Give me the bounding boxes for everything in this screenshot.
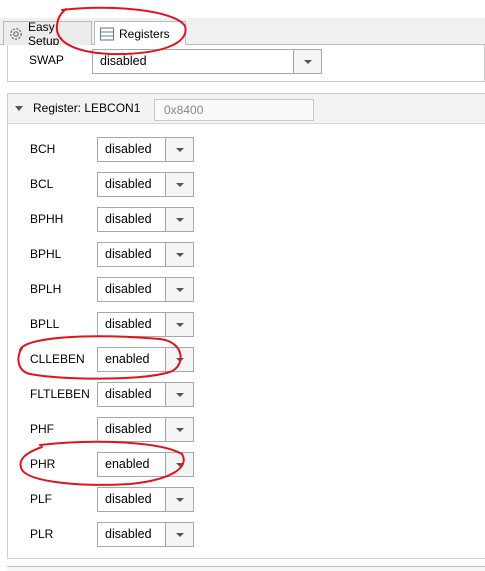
chevron-down-icon[interactable] [165,313,193,336]
register-header[interactable]: Register: LEBCON1 0x8400 [8,94,485,124]
tab-registers-label: Registers [119,27,170,41]
tab-registers[interactable]: Registers [94,21,186,46]
field-label: PHF [30,422,54,436]
field-select[interactable]: disabled [97,487,194,512]
field-row-fltleben: FLTLEBEN disabled [8,378,485,413]
field-row-bch: BCH disabled [8,133,485,168]
chevron-down-icon[interactable] [165,488,193,511]
field-select-value: disabled [105,387,152,401]
tab-easy-setup-label: Easy Setup [28,19,60,48]
chevron-down-icon[interactable] [165,138,193,161]
chevron-down-icon[interactable] [165,208,193,231]
top-strip [0,0,485,18]
chevron-down-icon[interactable] [165,243,193,266]
field-select[interactable]: disabled [97,417,194,442]
register-panel: Register: LEBCON1 0x8400 BCH disabled BC… [7,93,485,559]
field-label: PLF [30,492,53,506]
field-select[interactable]: disabled [97,522,194,547]
field-label: PHR [30,457,56,471]
register-address-field: 0x8400 [154,99,314,121]
field-select-value: disabled [105,422,152,436]
field-select-value: disabled [105,317,152,331]
gear-icon [8,26,24,42]
field-label: BCH [30,142,56,156]
swap-select-value: disabled [100,54,147,68]
field-label: BCL [30,177,54,191]
field-select[interactable]: disabled [97,277,194,302]
chevron-down-icon[interactable] [165,278,193,301]
field-row-clleben: CLLEBEN enabled [8,343,485,378]
bottom-divider [7,566,485,571]
chevron-down-icon[interactable] [165,418,193,441]
field-select-value: disabled [105,212,152,226]
tab-bar: Easy Setup Registers [0,18,485,48]
field-select[interactable]: disabled [97,312,194,337]
collapse-arrow-icon[interactable] [15,106,23,111]
registers-icon [99,26,115,42]
swap-select[interactable]: disabled [92,49,322,74]
chevron-down-icon[interactable] [165,383,193,406]
field-select[interactable]: enabled [97,347,194,372]
field-label: BPHL [30,247,62,261]
field-label: BPLH [30,282,62,296]
field-row-bpll: BPLL disabled [8,308,485,343]
chevron-down-icon[interactable] [165,173,193,196]
tab-easy-setup[interactable]: Easy Setup [3,19,92,48]
field-select-value: disabled [105,527,152,541]
field-label: FLTLEBEN [30,387,90,401]
field-row-phr: PHR enabled [8,448,485,483]
field-select[interactable]: disabled [97,382,194,407]
field-label: PLR [30,527,54,541]
chevron-down-icon[interactable] [165,523,193,546]
field-select-value: disabled [105,142,152,156]
register-title: Register: LEBCON1 [33,101,141,115]
field-select[interactable]: disabled [97,137,194,162]
field-row-plf: PLF disabled [8,483,485,518]
field-select-value: disabled [105,282,152,296]
field-select-value: enabled [105,457,150,471]
field-select-value: disabled [105,247,152,261]
field-select[interactable]: disabled [97,172,194,197]
swap-row: SWAP disabled [7,45,485,82]
field-select-value: disabled [105,177,152,191]
field-select[interactable]: enabled [97,452,194,477]
field-label: CLLEBEN [30,352,85,366]
chevron-down-icon[interactable] [165,453,193,476]
field-row-bphl: BPHL disabled [8,238,485,273]
swap-label: SWAP [29,53,64,67]
field-select-value: enabled [105,352,150,366]
field-row-phf: PHF disabled [8,413,485,448]
field-select[interactable]: disabled [97,207,194,232]
field-select-value: disabled [105,492,152,506]
field-row-bphh: BPHH disabled [8,203,485,238]
field-row-bplh: BPLH disabled [8,273,485,308]
chevron-down-icon[interactable] [165,348,193,371]
chevron-down-icon[interactable] [293,50,321,73]
field-label: BPLL [30,317,60,331]
field-row-plr: PLR disabled [8,518,485,553]
field-row-bcl: BCL disabled [8,168,485,203]
field-label: BPHH [30,212,64,226]
field-select[interactable]: disabled [97,242,194,267]
